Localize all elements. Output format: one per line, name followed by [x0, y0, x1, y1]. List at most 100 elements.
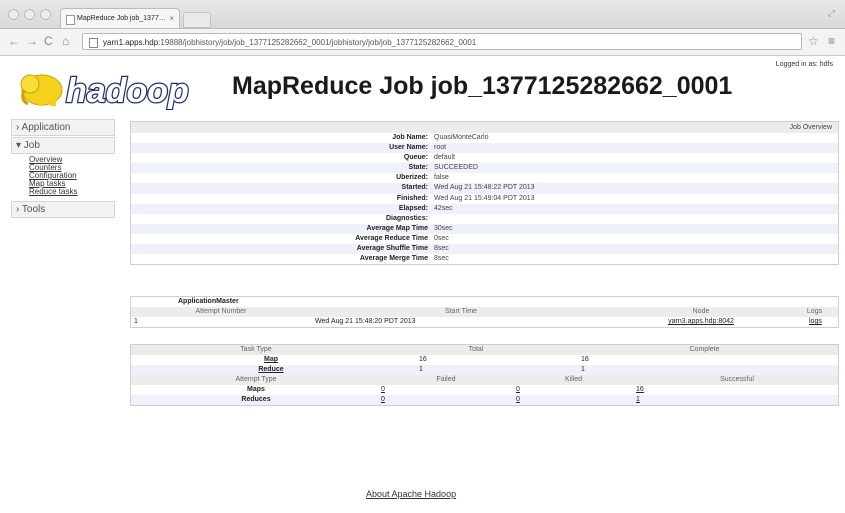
reload-icon[interactable]: C	[44, 34, 53, 48]
reduce-link[interactable]: Reduce	[258, 366, 283, 373]
am-header-row: Attempt Number Start Time Node Logs	[131, 307, 838, 317]
table-row: Maps 0 0 16	[131, 385, 838, 395]
task-header-row: Task Type Total Complete	[131, 345, 838, 355]
overview-value: default	[434, 154, 456, 162]
start-time: Wed Aug 21 15:48:20 PDT 2013	[315, 318, 416, 325]
home-icon[interactable]: ⌂	[62, 34, 69, 48]
overview-key: Job Name:	[392, 134, 428, 141]
address-bar[interactable]: yarn1.apps.hdp:19888/jobhistory/job/job_…	[82, 33, 802, 50]
left-nav: › Application ▾ Job Overview Counters Co…	[11, 119, 115, 219]
nav-application[interactable]: › Application	[11, 119, 115, 136]
col-task-type[interactable]: Task Type	[131, 345, 381, 355]
table-row: 1 Wed Aug 21 15:48:20 PDT 2013 yarn3.app…	[131, 317, 838, 327]
browser-toolbar: ← → C ⌂ yarn1.apps.hdp:19888/jobhistory/…	[0, 29, 845, 56]
col-killed[interactable]: Killed	[511, 375, 636, 385]
overview-value: 8sec	[434, 245, 449, 253]
overview-key: Average Map Time	[366, 224, 428, 232]
overview-key: Queue:	[403, 154, 428, 162]
maps-killed-link[interactable]: 0	[516, 386, 520, 393]
table-row: Map 16 16	[131, 355, 838, 365]
overview-row: Diagnostics:	[131, 214, 838, 224]
tab-title: MapReduce Job job_1377…	[77, 15, 166, 22]
overview-value: false	[434, 174, 449, 182]
job-links: Overview Counters Configuration Map task…	[11, 155, 115, 199]
nav-link-reduce-tasks[interactable]: Reduce tasks	[29, 188, 115, 196]
reduces-successful-link[interactable]: 1	[636, 396, 640, 403]
job-overview-header: Job Overview	[131, 122, 838, 133]
job-overview-table: Job Overview Job Name: QuasiMonteCarlo Use…	[130, 121, 839, 266]
maps-successful-link[interactable]: 16	[636, 386, 644, 393]
overview-value: QuasiMonteCarlo	[434, 134, 489, 141]
resize-icon[interactable]: ⤢	[828, 8, 835, 19]
nav-tools[interactable]: › Tools	[11, 201, 115, 218]
back-icon[interactable]: ←	[8, 34, 20, 48]
col-failed[interactable]: Failed	[381, 375, 511, 385]
overview-key: User Name:	[389, 144, 428, 152]
task-summary-table: Task Type Total Complete Map 16 16 Reduc…	[130, 344, 839, 406]
overview-key: Started:	[401, 184, 428, 192]
table-row: Reduces 0 0 1	[131, 395, 838, 405]
overview-value: Wed Aug 21 15:49:04 PDT 2013	[434, 194, 535, 202]
overview-key: Uberized:	[396, 174, 428, 182]
reduce-complete: 1	[581, 366, 585, 373]
browser-tab[interactable]: MapReduce Job job_1377… ×	[60, 8, 180, 28]
overview-row: Average Reduce Time 0sec	[131, 234, 838, 244]
maps-failed-link[interactable]: 0	[381, 386, 385, 393]
overview-value: SUCCEEDED	[434, 164, 478, 172]
map-complete: 16	[581, 356, 589, 363]
col-node[interactable]: Node	[611, 307, 791, 317]
col-logs[interactable]: Logs	[791, 307, 838, 317]
col-start-time[interactable]: Start Time	[311, 307, 611, 317]
page-icon	[66, 15, 75, 25]
overview-key: Finished:	[396, 194, 428, 202]
overview-row: Finished: Wed Aug 21 15:49:04 PDT 2013	[131, 194, 838, 204]
nav-job[interactable]: ▾ Job	[11, 137, 115, 154]
overview-value: 0sec	[434, 234, 449, 242]
table-row: Reduce 1 1	[131, 365, 838, 375]
col-total[interactable]: Total	[381, 345, 571, 355]
bookmark-star-icon[interactable]: ☆	[808, 34, 819, 48]
about-hadoop-link[interactable]: About Apache Hadoop	[366, 489, 456, 499]
node-link[interactable]: yarn3.apps.hdp:8042	[668, 318, 734, 325]
col-complete[interactable]: Complete	[571, 345, 838, 355]
overview-row: Elapsed: 42sec	[131, 203, 838, 214]
overview-row: Average Map Time 30sec	[131, 223, 838, 234]
overview-key: Diagnostics:	[385, 214, 428, 222]
menu-icon[interactable]: ≡	[828, 34, 835, 48]
browser-tab-bar: MapReduce Job job_1377… × ⤢	[0, 0, 845, 29]
page-title: MapReduce Job job_1377125282662_0001	[232, 72, 733, 100]
hadoop-logo[interactable]: hadoop	[18, 66, 214, 110]
am-title: ApplicationMaster	[178, 298, 239, 305]
overview-key: Average Merge Time	[359, 255, 428, 263]
col-attempt-number[interactable]: Attempt Number	[131, 307, 311, 317]
forward-icon[interactable]: →	[26, 34, 38, 48]
reduces-failed-link[interactable]: 0	[381, 396, 385, 403]
reduces-label: Reduces	[241, 396, 271, 403]
new-tab-button[interactable]	[183, 12, 211, 28]
page-icon	[89, 38, 98, 48]
attempt-header-row: Attempt Type Failed Killed Successful	[131, 375, 838, 385]
overview-row: User Name: root	[131, 143, 838, 154]
map-total: 16	[419, 356, 427, 363]
overview-row: Average Merge Time 8sec	[131, 254, 838, 264]
overview-value: root	[434, 144, 447, 152]
url-path: :19888/jobhistory/job/job_1377125282662_…	[158, 38, 477, 47]
col-successful[interactable]: Successful	[636, 375, 838, 385]
map-link[interactable]: Map	[264, 356, 278, 363]
application-master-table: ApplicationMaster Attempt Number Start T…	[130, 296, 839, 328]
window-controls[interactable]	[8, 9, 51, 20]
overview-row: Job Name: QuasiMonteCarlo	[131, 133, 838, 143]
logs-link[interactable]: logs	[809, 318, 822, 325]
overview-key: Average Reduce Time	[355, 234, 428, 242]
overview-key: Average Shuffle Time	[356, 245, 428, 253]
reduce-total: 1	[419, 366, 423, 373]
overview-row: Average Shuffle Time 8sec	[131, 244, 838, 255]
overview-row: Queue: default	[131, 153, 838, 163]
close-tab-icon[interactable]: ×	[169, 9, 174, 28]
overview-row: State: SUCCEEDED	[131, 163, 838, 174]
url-host: yarn1.apps.hdp	[103, 38, 159, 47]
overview-row: Uberized: false	[131, 173, 838, 183]
reduces-killed-link[interactable]: 0	[516, 396, 520, 403]
overview-value: 30sec	[434, 224, 453, 232]
col-attempt-type[interactable]: Attempt Type	[131, 375, 381, 385]
